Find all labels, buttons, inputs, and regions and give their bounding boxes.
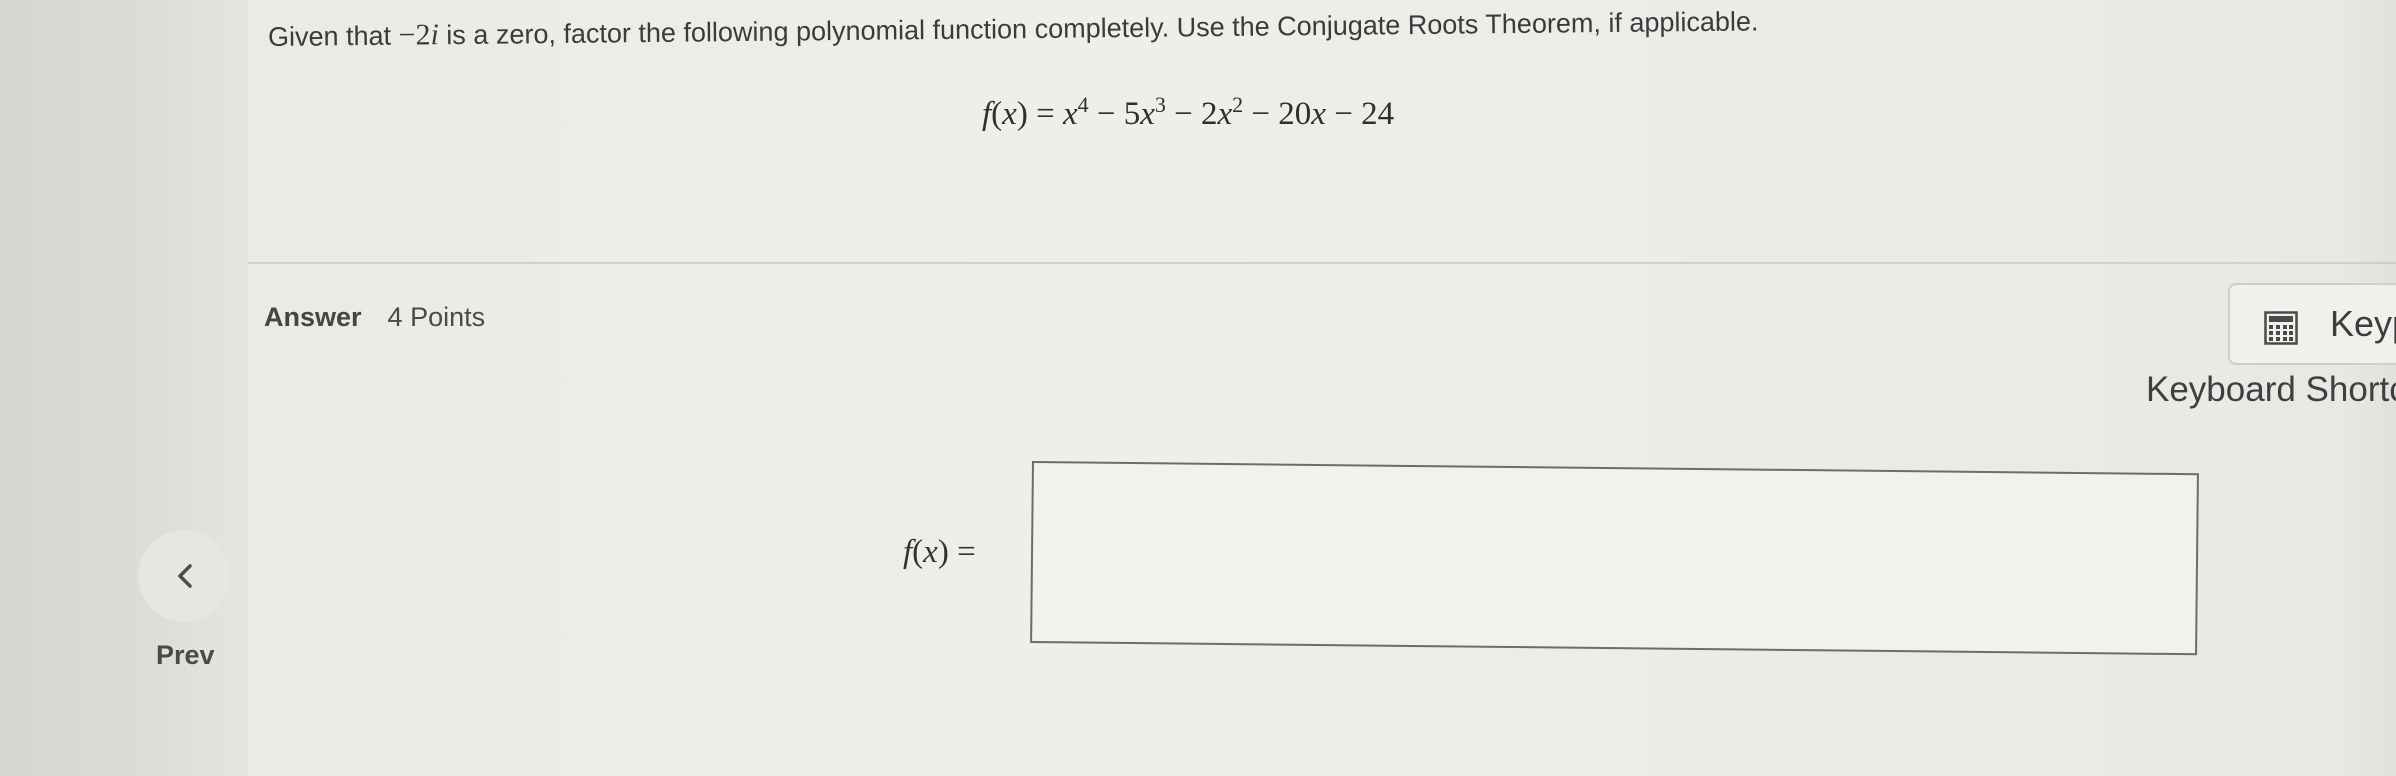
answer-fvar: x	[923, 534, 938, 570]
eq-term2-coef: 5	[1123, 96, 1141, 132]
answer-header: Answer 4 Points	[264, 302, 485, 333]
eq-term2-exp: 3	[1154, 92, 1166, 117]
answer-function-label: f(x) =	[903, 534, 976, 570]
answer-equals: =	[948, 534, 976, 570]
eq-op3: −	[1243, 96, 1279, 132]
calculator-icon	[2264, 311, 2298, 345]
eq-term3-exp: 2	[1232, 92, 1244, 117]
eq-op4: −	[1325, 96, 1362, 132]
prev-button[interactable]	[138, 530, 230, 622]
eq-term3-var: x	[1217, 96, 1233, 132]
eq-function-name: f	[982, 96, 992, 132]
eq-term1-var: x	[1062, 96, 1078, 132]
eq-term4-var: x	[1311, 96, 1326, 132]
answer-label: Answer	[264, 302, 362, 332]
keypad-button[interactable]: Keypad	[2228, 283, 2396, 365]
keyboard-shortcuts-link[interactable]: Keyboard Shortcuts	[2146, 370, 2396, 410]
zero-imag-unit: i	[430, 18, 440, 52]
eq-op2: −	[1165, 96, 1201, 132]
eq-term4-coef: 20	[1278, 96, 1312, 132]
question-suffix: is a zero, factor the following polynomi…	[438, 6, 1759, 51]
zero-value: 2	[415, 18, 431, 52]
chevron-left-icon	[178, 564, 192, 588]
answer-fname: f	[903, 534, 913, 570]
answer-input[interactable]	[1030, 461, 2199, 656]
keypad-label: Keypad	[2330, 303, 2396, 344]
eq-term3-coef: 2	[1201, 96, 1218, 132]
eq-term2-var: x	[1140, 96, 1155, 132]
eq-function-var: x	[1002, 96, 1017, 132]
eq-term1-exp: 4	[1077, 92, 1089, 117]
polynomial-equation: f(x) = x4 − 5x3 − 2x2 − 20x − 24	[982, 92, 1395, 132]
left-navigation-rail: Prev	[0, 0, 248, 776]
question-panel: Given that −2i is a zero, factor the fol…	[248, 0, 2396, 264]
eq-term5-const: 24	[1361, 96, 1395, 132]
question-prompt: Given that −2i is a zero, factor the fol…	[268, 4, 1759, 54]
zero-minus: −	[398, 18, 416, 52]
points-label: 4 Points	[387, 302, 486, 332]
question-content: Given that −2i is a zero, factor the fol…	[248, 0, 2396, 776]
eq-op1: −	[1088, 96, 1124, 132]
question-prefix: Given that	[267, 20, 399, 52]
prev-label[interactable]: Prev	[156, 640, 215, 671]
